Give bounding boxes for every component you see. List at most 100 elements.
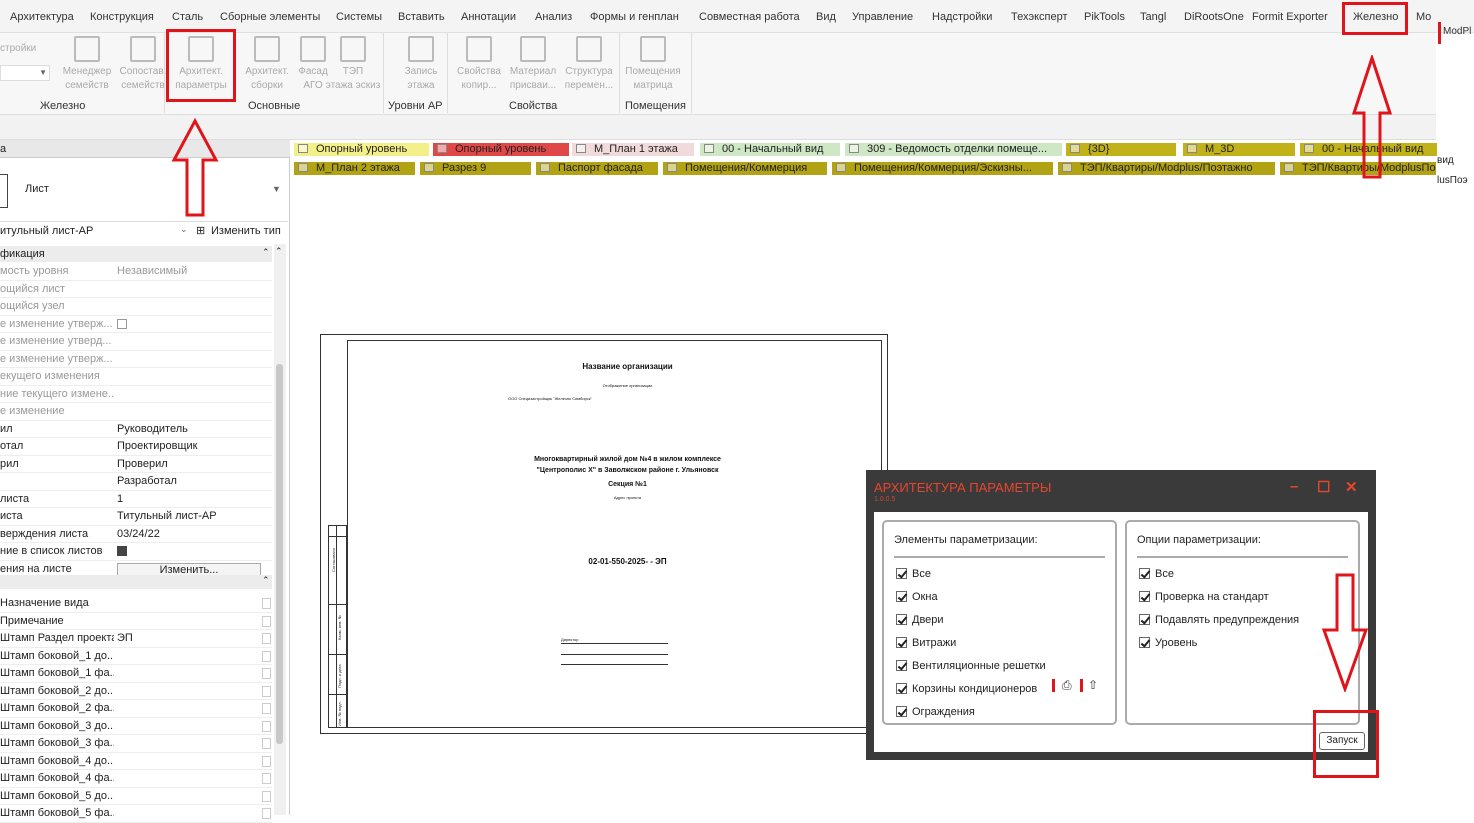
ribbon-button[interactable]: Помещения матрица	[620, 36, 686, 93]
row-checkbox[interactable]	[262, 598, 271, 609]
view-tab[interactable]: Помещения/Коммерция	[663, 162, 827, 175]
property-row[interactable]: Штамп боковой_2 фа...	[0, 700, 272, 718]
row-checkbox[interactable]	[262, 703, 271, 714]
menu-item[interactable]: Формы и генплан	[590, 11, 679, 23]
checkbox[interactable]	[896, 706, 907, 717]
property-value[interactable]: 1	[117, 493, 267, 505]
edit-type-button[interactable]: Изменить тип	[211, 225, 281, 237]
scroll-up-icon[interactable]: ⌃	[275, 246, 283, 257]
property-row[interactable]: ние текущего измене...	[0, 386, 272, 403]
collapse-icon[interactable]: ⌃	[262, 247, 270, 258]
menu-item[interactable]: Tangl	[1140, 11, 1166, 23]
property-row[interactable]: ние в список листов	[0, 543, 272, 561]
menu-item[interactable]: Mo	[1416, 11, 1431, 23]
view-tab[interactable]: Помещения/Коммерция/Эскизны...	[832, 162, 1053, 175]
view-tab[interactable]: М_3D	[1183, 143, 1295, 156]
menu-item[interactable]: Анализ	[535, 11, 572, 23]
property-row[interactable]: Штамп Раздел проекта ЭП	[0, 630, 272, 648]
menu-item[interactable]: Конструкция	[90, 11, 154, 23]
property-row[interactable]: екущего изменения	[0, 368, 272, 386]
row-checkbox[interactable]	[262, 615, 271, 627]
view-tab[interactable]: Паспорт фасада	[536, 162, 658, 175]
property-row[interactable]: Штамп боковой_5 до...	[0, 788, 272, 805]
view-tab[interactable]: Опорный уровень	[433, 143, 569, 156]
import-icon[interactable]: ⎙	[1062, 678, 1072, 693]
property-row[interactable]: е изменение	[0, 403, 272, 421]
menu-item[interactable]: Управление	[852, 11, 913, 23]
property-row[interactable]: Штамп боковой_3 фа...	[0, 735, 272, 753]
option-checkbox[interactable]: Уровень	[1139, 637, 1197, 649]
checkbox[interactable]	[1139, 614, 1150, 625]
property-row[interactable]: ил Руководитель	[0, 421, 272, 438]
view-tab[interactable]: М_План 1 этажа	[572, 143, 694, 156]
checkbox[interactable]	[896, 614, 907, 625]
ribbon-button[interactable]: Структура перемен...	[556, 36, 622, 93]
checkbox[interactable]	[896, 568, 907, 579]
property-value[interactable]: ЭП	[117, 632, 267, 644]
option-checkbox[interactable]: Подавлять предупреждения	[1139, 614, 1299, 626]
property-row[interactable]: ощийся лист	[0, 281, 272, 298]
checkbox[interactable]	[896, 683, 907, 694]
ribbon-button[interactable]: ТЭП этажа эскиз	[320, 36, 386, 93]
row-checkbox[interactable]	[262, 650, 271, 662]
property-row[interactable]: е изменение утверж...	[0, 316, 272, 333]
property-row[interactable]: Примечание	[0, 613, 272, 630]
property-value[interactable]: Руководитель	[117, 423, 267, 435]
row-checkbox[interactable]	[262, 755, 271, 767]
property-value[interactable]: Проектировщик	[117, 440, 267, 452]
property-checkbox[interactable]	[117, 318, 127, 329]
menu-item[interactable]: Сборные элементы	[220, 11, 320, 23]
property-value[interactable]: Независимый	[117, 265, 267, 277]
row-checkbox[interactable]	[262, 738, 271, 749]
menu-item[interactable]: Совместная работа	[699, 11, 800, 23]
option-checkbox[interactable]: Корзины кондиционеров	[896, 683, 1037, 695]
row-checkbox[interactable]	[262, 808, 271, 819]
property-row[interactable]: мость уровня Независимый	[0, 263, 272, 281]
property-row[interactable]: Разработал	[0, 473, 272, 491]
view-tab[interactable]: Разрез 9	[420, 162, 531, 175]
property-value[interactable]: 03/24/22	[117, 528, 267, 540]
view-tab[interactable]: 309 - Ведомость отделки помеще...	[845, 143, 1062, 156]
option-checkbox[interactable]: Проверка на стандарт	[1139, 591, 1269, 603]
type-selector[interactable]: Лист ▼	[0, 160, 288, 222]
property-value[interactable]	[117, 318, 267, 330]
property-row[interactable]: Штамп боковой_4 до...	[0, 753, 272, 770]
row-checkbox[interactable]	[262, 773, 271, 784]
menu-item[interactable]: Вид	[816, 11, 836, 23]
checkbox[interactable]	[896, 591, 907, 602]
ribbon-button[interactable]: Запись этажа	[388, 36, 454, 93]
checkbox[interactable]	[1139, 568, 1150, 579]
menu-item[interactable]: DiRootsOne	[1184, 11, 1244, 23]
property-row[interactable]: Штамп боковой_1 фа...	[0, 665, 272, 683]
property-value[interactable]: Разработал	[117, 475, 267, 487]
menu-item[interactable]: Надстройки	[932, 11, 992, 23]
option-checkbox[interactable]: Все	[896, 568, 931, 580]
menu-item[interactable]: Formit Exporter	[1252, 11, 1328, 23]
menu-item[interactable]: Сталь	[172, 11, 203, 23]
property-row[interactable]: е изменение утверж...	[0, 351, 272, 368]
property-value[interactable]: Титульный лист-АР	[117, 510, 267, 522]
property-row[interactable]: Штамп боковой_5 фа...	[0, 805, 272, 823]
property-row[interactable]: Штамп боковой_2 до...	[0, 683, 272, 700]
ribbon-dropdown[interactable]: ▼	[0, 65, 50, 81]
props-section-header[interactable]: фикация ⌃	[0, 246, 272, 262]
row-checkbox[interactable]	[262, 668, 271, 679]
property-row[interactable]: листа 1	[0, 491, 272, 508]
menu-item[interactable]: Вставить	[398, 11, 445, 23]
checkbox[interactable]	[896, 637, 907, 648]
tab-overflow-2[interactable]: lusПоэ	[1437, 175, 1468, 186]
tab-overflow-1[interactable]: вид	[1437, 155, 1454, 166]
scrollbar-thumb[interactable]	[276, 364, 283, 744]
property-row[interactable]: иста Титульный лист-АР	[0, 508, 272, 526]
props-section-header-2[interactable]: ⌃	[0, 575, 272, 589]
property-row[interactable]: ощийся узел	[0, 298, 272, 316]
view-tab[interactable]: ТЭП/Квартиры/Modplus/Поэтажно	[1058, 162, 1275, 175]
menu-item[interactable]: Архитектура	[10, 11, 74, 23]
menu-item[interactable]: Аннотации	[461, 11, 516, 23]
minimize-icon[interactable]: –	[1290, 478, 1298, 495]
chevron-down-icon[interactable]: ⌄	[180, 224, 188, 235]
checkbox[interactable]	[1139, 637, 1150, 648]
close-icon[interactable]: ✕	[1345, 478, 1358, 496]
property-row[interactable]: верждения листа 03/24/22	[0, 526, 272, 543]
collapse-icon[interactable]: ⌃	[262, 575, 270, 586]
